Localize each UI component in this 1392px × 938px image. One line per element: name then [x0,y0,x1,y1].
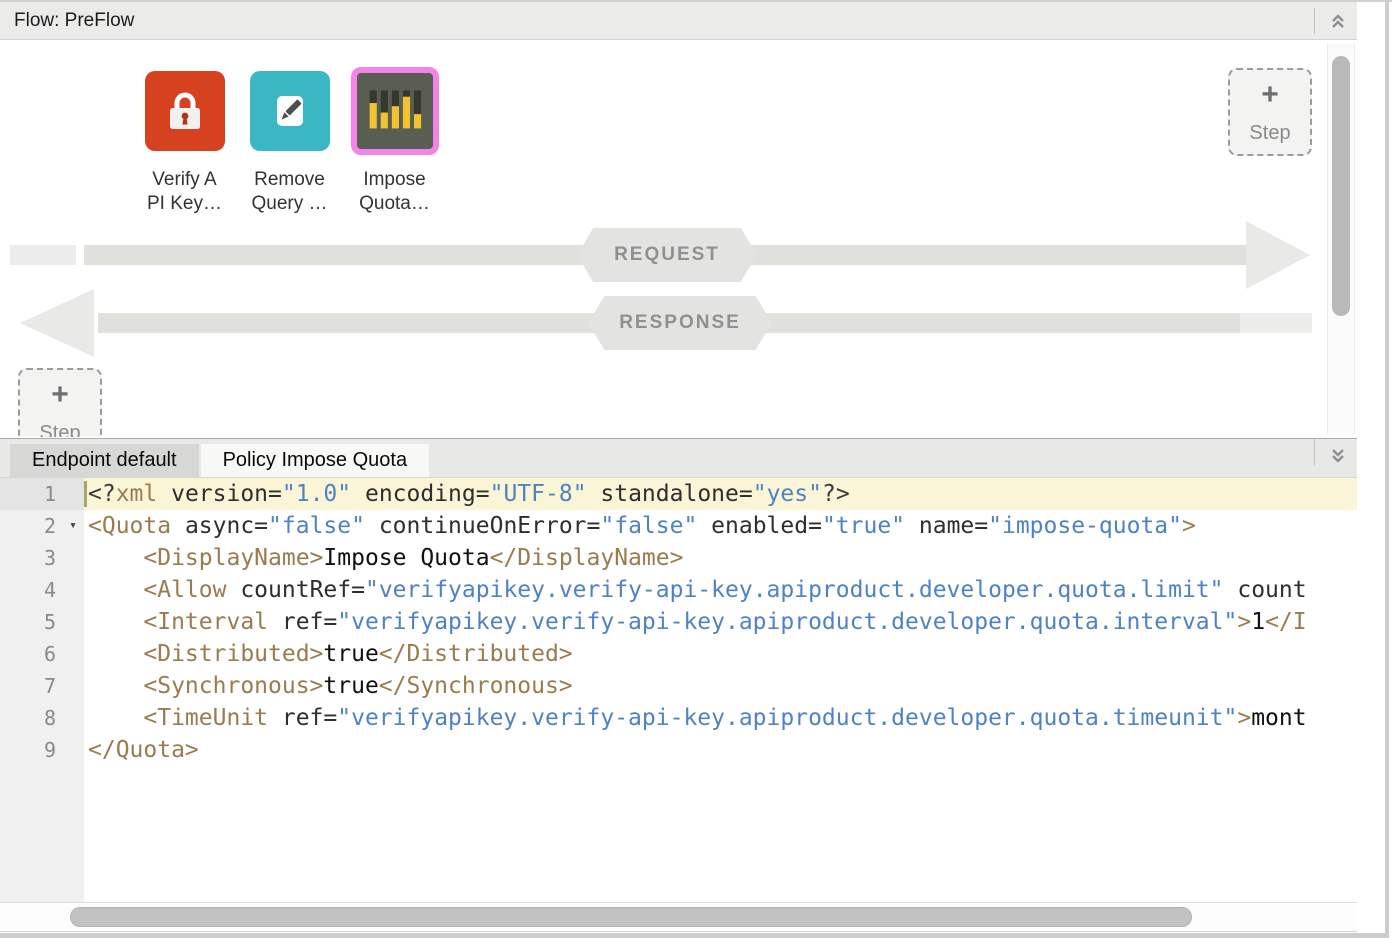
fold-arrow-icon[interactable]: ▾ [69,510,77,542]
response-arrowhead-icon [20,289,94,357]
request-line-segment [10,245,76,265]
step-label: Remove Query … [251,168,327,216]
pencil-icon [250,71,330,151]
code-line: <Interval ref="verifyapikey.verify-api-k… [84,606,1357,638]
scrollbar-thumb[interactable] [70,907,1192,927]
window-bottom-edge [0,933,1389,938]
policy-steps-row: Verify A PI Key… Remove Quer [132,71,447,216]
code-line: <Quota async="false" continueOnError="fa… [84,510,1357,542]
line-number: 6 [0,638,84,670]
tab-policy-impose-quota[interactable]: Policy Impose Quota [201,444,430,477]
code-line: <TimeUnit ref="verifyapikey.verify-api-k… [84,702,1357,734]
text-cursor [84,481,87,507]
window-right-edge [1385,0,1389,938]
flow-canvas-scrollbar[interactable] [1327,44,1355,434]
request-badge: REQUEST [577,228,757,282]
scrollbar-thumb[interactable] [1332,56,1350,316]
step-verify-api-key[interactable]: Verify A PI Key… [132,71,237,216]
editor-horizontal-scrollbar[interactable] [0,902,1357,932]
tab-bar-divider [1314,439,1315,465]
plus-icon: + [51,380,69,410]
tab-bar-spacer [429,439,1314,477]
code-line: <DisplayName>Impose Quota</DisplayName> [84,542,1357,574]
add-step-button-response[interactable]: + Step [18,368,102,437]
request-arrowhead-icon [1246,221,1310,289]
code-line: <Allow countRef="verifyapikey.verify-api… [84,574,1357,606]
line-number: 8 [0,702,84,734]
line-number: 3 [0,542,84,574]
chevron-double-up-icon [1329,12,1347,30]
line-number-gutter: 12▾3456789 [0,478,84,902]
flow-panel-header: Flow: PreFlow [0,2,1357,40]
step-impose-quota[interactable]: Impose Quota… [342,71,447,216]
plus-icon: + [1261,80,1279,110]
code-line: <Distributed>true</Distributed> [84,638,1357,670]
chevron-double-down-icon [1329,447,1347,465]
step-remove-query[interactable]: Remove Query … [237,71,342,216]
quota-bars-icon [351,67,439,155]
collapse-panel-button[interactable] [1321,4,1355,38]
line-number: 1 [0,478,84,510]
response-line-segment [1240,313,1312,333]
add-step-button-request[interactable]: + Step [1228,68,1312,156]
line-number: 4 [0,574,84,606]
flow-panel: Flow: PreFlow [0,2,1357,438]
code-content[interactable]: <?xml version="1.0" encoding="UTF-8" sta… [84,478,1357,902]
line-number: 5 [0,606,84,638]
step-label: Verify A PI Key… [147,168,222,216]
editor-tab-bar: Endpoint default Policy Impose Quota [0,438,1357,478]
collapse-editor-button[interactable] [1321,439,1355,473]
lock-icon [145,71,225,151]
code-line: </Quota> [84,734,1357,766]
header-divider [1314,8,1315,34]
editor-panel: Endpoint default Policy Impose Quota 12▾… [0,438,1357,933]
flow-panel-title: Flow: PreFlow [0,10,134,32]
flow-canvas: Verify A PI Key… Remove Quer [0,40,1357,437]
xml-code-editor[interactable]: 12▾3456789 <?xml version="1.0" encoding=… [0,478,1357,902]
line-number: 9 [0,734,84,766]
code-line: <?xml version="1.0" encoding="UTF-8" sta… [84,478,1357,510]
code-line: <Synchronous>true</Synchronous> [84,670,1357,702]
response-badge: RESPONSE [588,296,772,350]
step-label: Impose Quota… [359,168,430,216]
line-number: 2▾ [0,510,84,542]
tab-endpoint-default[interactable]: Endpoint default [10,444,199,477]
line-number: 7 [0,670,84,702]
